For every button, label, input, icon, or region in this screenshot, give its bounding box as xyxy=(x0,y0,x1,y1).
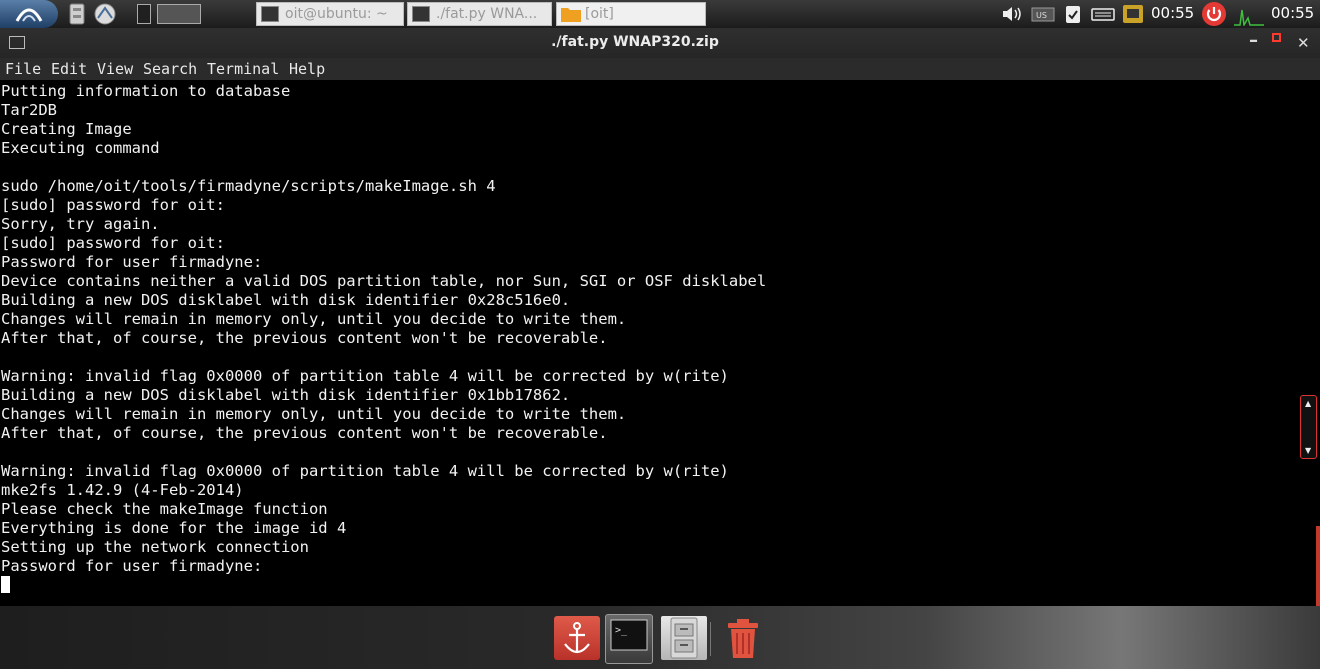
maximize-button[interactable] xyxy=(1272,33,1281,42)
terminal-output[interactable]: Putting information to database Tar2DB Cre… xyxy=(0,80,1320,606)
menu-view[interactable]: View xyxy=(97,60,133,78)
menu-logo-icon xyxy=(15,8,43,22)
terminal-line: Putting information to database xyxy=(1,82,291,100)
taskbar-item-folder[interactable]: [oit] xyxy=(556,2,706,26)
terminal-line: Executing command xyxy=(1,139,160,157)
file-manager-launcher-icon[interactable] xyxy=(66,3,90,25)
terminal-line: Device contains neither a valid DOS part… xyxy=(1,272,767,290)
taskbar-item-label: [oit] xyxy=(585,6,614,22)
menu-edit[interactable]: Edit xyxy=(51,60,87,78)
terminal-line: After that, of course, the previous cont… xyxy=(1,424,608,442)
terminal-line: Tar2DB xyxy=(1,101,57,119)
browser-launcher-icon[interactable] xyxy=(93,3,117,25)
terminal-line: Password for user firmadyne: xyxy=(1,557,263,575)
clock-secondary[interactable]: 00:55 xyxy=(1271,4,1314,28)
taskbar-item-label: oit@ubuntu: ~ xyxy=(285,6,388,22)
terminal-line: Sorry, try again. xyxy=(1,215,160,233)
terminal-line: [sudo] password for oit: xyxy=(1,196,225,214)
terminal-icon xyxy=(261,6,279,22)
terminal-line: Changes will remain in memory only, unti… xyxy=(1,310,627,328)
anchor-icon[interactable] xyxy=(554,616,600,660)
keyboard-layout-icon[interactable]: US xyxy=(1031,4,1055,24)
terminal-text: Putting information to database Tar2DB Cre… xyxy=(1,82,766,595)
terminal-prompt-line xyxy=(1,576,766,595)
cpu-monitor-icon xyxy=(1234,4,1264,28)
workspace-2[interactable] xyxy=(157,4,201,24)
taskbar-item-label: ./fat.py WNA... xyxy=(436,6,538,22)
file-cabinet-icon[interactable] xyxy=(661,616,707,660)
keyboard-icon[interactable] xyxy=(1091,4,1115,24)
folder-icon xyxy=(561,6,581,22)
close-button[interactable]: ✕ xyxy=(1297,34,1310,52)
menu-search[interactable]: Search xyxy=(143,60,197,78)
terminal-line: Building a new DOS disklabel with disk i… xyxy=(1,386,571,404)
terminal-icon[interactable]: >_ xyxy=(605,614,653,664)
clock[interactable]: 00:55 xyxy=(1151,4,1194,28)
terminal-line: Warning: invalid flag 0x0000 of partitio… xyxy=(1,462,729,480)
terminal-line: Everything is done for the image id 4 xyxy=(1,519,347,537)
terminal-line: mke2fs 1.42.9 (4-Feb-2014) xyxy=(1,481,244,499)
terminal-line: Setting up the network connection xyxy=(1,538,309,556)
menu-help[interactable]: Help xyxy=(289,60,325,78)
clipboard-check-icon[interactable] xyxy=(1063,4,1085,24)
taskbar-item-fat[interactable]: ./fat.py WNA... xyxy=(407,2,552,26)
trash-icon[interactable] xyxy=(720,616,766,660)
terminal-window: ./fat.py WNAP320.zip – ✕ File Edit View … xyxy=(0,28,1320,606)
workspace-1[interactable] xyxy=(137,4,151,24)
scrollbar[interactable]: ▲ ▼ xyxy=(1300,395,1317,459)
main-menu-button[interactable] xyxy=(0,0,58,28)
menu-terminal[interactable]: Terminal xyxy=(207,60,279,78)
menu-file[interactable]: File xyxy=(5,60,41,78)
window-title: ./fat.py WNAP320.zip xyxy=(551,34,719,50)
terminal-line: Changes will remain in memory only, unti… xyxy=(1,405,627,423)
volume-icon[interactable] xyxy=(1001,4,1023,24)
terminal-line: Warning: invalid flag 0x0000 of partitio… xyxy=(1,367,729,385)
terminal-line: sudo /home/oit/tools/firmadyne/scripts/m… xyxy=(1,177,496,195)
scrollbar-thumb[interactable] xyxy=(1316,526,1320,606)
power-icon[interactable] xyxy=(1201,1,1227,27)
terminal-line: Please check the makeImage function xyxy=(1,500,328,518)
svg-text:>_: >_ xyxy=(615,625,628,636)
scroll-up-icon[interactable]: ▲ xyxy=(1305,399,1311,408)
dock-separator xyxy=(710,622,711,656)
terminal-line: After that, of course, the previous cont… xyxy=(1,329,608,347)
scroll-down-icon[interactable]: ▼ xyxy=(1305,446,1311,455)
top-panel: oit@ubuntu: ~ ./fat.py WNA... [oit] US 0… xyxy=(0,0,1320,28)
dock: >_ xyxy=(548,612,774,669)
terminal-line: Creating Image xyxy=(1,120,132,138)
terminal-line: [sudo] password for oit: xyxy=(1,234,225,252)
network-icon[interactable] xyxy=(1122,4,1144,24)
text-cursor xyxy=(1,576,10,593)
minimize-button[interactable]: – xyxy=(1249,30,1258,51)
window-titlebar[interactable]: ./fat.py WNAP320.zip – ✕ xyxy=(0,28,1320,58)
svg-text:US: US xyxy=(1036,11,1047,20)
terminal-icon xyxy=(412,6,430,22)
taskbar-item-terminal[interactable]: oit@ubuntu: ~ xyxy=(256,2,404,26)
terminal-line: Building a new DOS disklabel with disk i… xyxy=(1,291,571,309)
menu-bar: File Edit View Search Terminal Help xyxy=(0,58,1320,80)
terminal-line: Password for user firmadyne: xyxy=(1,253,263,271)
